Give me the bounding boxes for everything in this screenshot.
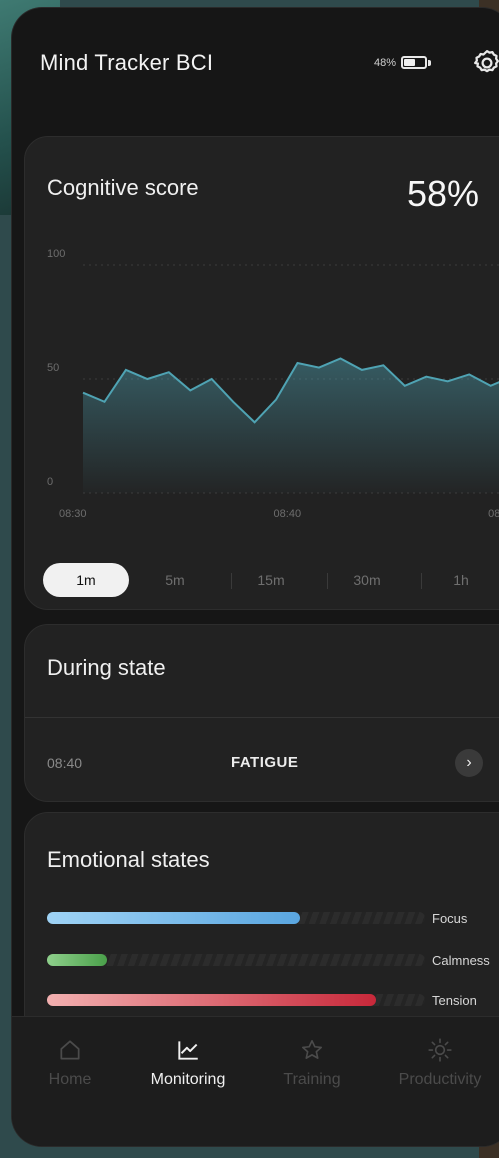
battery-percent: 48% — [374, 56, 397, 69]
range-separator — [421, 573, 422, 589]
x-tick-label: 08:30 — [59, 508, 87, 520]
x-tick-label: 08:50 — [488, 508, 499, 520]
cognitive-score-chart: 0 50 100 08:30 08:40 08:50 — [47, 248, 499, 520]
y-tick-label: 0 — [47, 476, 53, 488]
x-tick-label: 08:40 — [274, 508, 302, 520]
battery-icon — [401, 56, 428, 69]
battery-tip — [428, 59, 432, 66]
emotion-row-focus: Focus — [47, 909, 499, 927]
nav-label: Monitoring — [150, 1071, 226, 1088]
nav-item-training[interactable]: Training — [257, 1037, 367, 1089]
nav-label: Home — [48, 1071, 92, 1088]
app-header: Mind Tracker BCI 48% — [12, 8, 499, 108]
state-time: 08:40 — [47, 755, 83, 771]
app-screen: Mind Tracker BCI 48% Cognitive score 58% — [12, 8, 499, 1146]
nav-label: Productivity — [398, 1071, 482, 1088]
emotion-level-bar — [47, 994, 376, 1006]
emotional-states-title: Emotional states — [47, 847, 210, 872]
nav-label: Training — [283, 1071, 341, 1088]
bottom-nav: Home Monitoring Training Productivity — [12, 1016, 499, 1146]
range-option-15m[interactable]: 15m — [241, 563, 301, 597]
nav-item-monitoring[interactable]: Monitoring — [133, 1037, 243, 1089]
during-state-title: During state — [47, 655, 166, 680]
battery-indicator: 48% — [374, 56, 432, 69]
emotion-label: Focus — [432, 911, 468, 926]
gear-icon[interactable] — [472, 48, 499, 78]
app-title: Mind Tracker BCI — [40, 50, 214, 75]
y-tick-label: 50 — [47, 362, 59, 374]
emotion-row-tension: Tension — [47, 991, 499, 1009]
emotion-row-calmness: Calmness — [47, 951, 499, 969]
range-option-1h[interactable]: 1h — [431, 563, 491, 597]
cognitive-score-title: Cognitive score — [47, 175, 199, 200]
chevron-right-icon[interactable]: › — [455, 749, 483, 777]
y-tick-label: 100 — [47, 248, 65, 260]
range-option-1m[interactable]: 1m — [43, 563, 129, 597]
star-icon — [301, 1039, 323, 1059]
time-range-selector: 1m 5m 15m 30m 1h — [43, 563, 499, 597]
state-name: FATIGUE — [231, 754, 299, 771]
nav-item-home[interactable]: Home — [15, 1037, 125, 1089]
emotion-label: Tension — [432, 993, 477, 1008]
range-option-30m[interactable]: 30m — [337, 563, 397, 597]
cognitive-score-value: 58% — [407, 173, 480, 214]
emotion-level-bar — [47, 954, 108, 966]
nav-item-productivity[interactable]: Productivity — [385, 1037, 495, 1089]
range-separator — [327, 573, 328, 589]
range-option-5m[interactable]: 5m — [145, 563, 205, 597]
chart-icon — [178, 1041, 198, 1060]
during-state-card: During state 08:40 FATIGUE › — [24, 624, 499, 802]
emotion-level-bar — [47, 912, 301, 924]
range-separator — [231, 573, 232, 589]
divider — [25, 717, 499, 718]
emotion-label: Calmness — [432, 953, 490, 968]
home-icon — [60, 1040, 80, 1060]
cognitive-score-card: Cognitive score 58% 0 50 100 08:30 08:40 08:5… — [24, 136, 499, 610]
sun-icon — [428, 1038, 452, 1062]
